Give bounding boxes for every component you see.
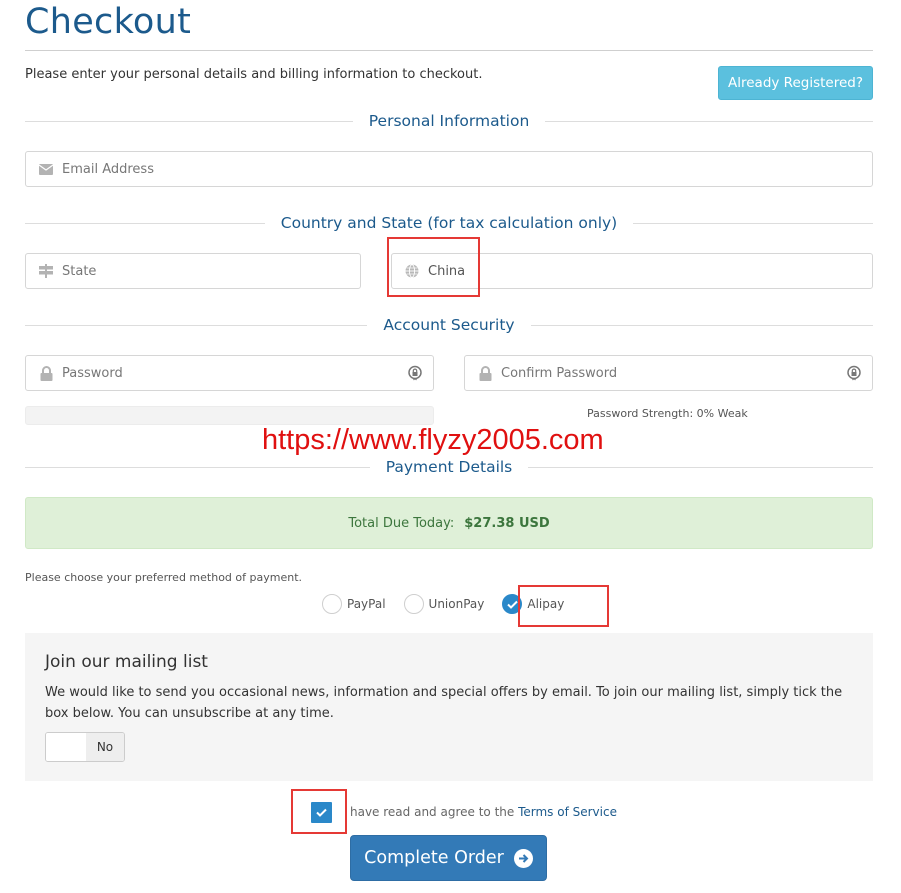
mailing-list-toggle[interactable]: No xyxy=(45,732,125,762)
divider xyxy=(25,324,368,326)
terms-text: have read and agree to the Terms of Serv… xyxy=(350,805,617,819)
intro-text: Please enter your personal details and b… xyxy=(25,67,483,82)
country-field[interactable] xyxy=(391,253,873,289)
section-title: Account Security xyxy=(383,316,515,334)
globe-icon xyxy=(404,263,420,279)
state-input[interactable] xyxy=(62,263,360,279)
complete-order-label: Complete Order xyxy=(364,848,504,868)
section-title: Personal Information xyxy=(368,112,530,130)
country-select[interactable] xyxy=(428,263,872,279)
section-personal-information: Personal Information xyxy=(25,110,874,132)
lock-icon xyxy=(38,365,54,381)
section-payment-details: Payment Details xyxy=(25,456,873,478)
confirm-password-field[interactable] xyxy=(464,355,873,391)
divider xyxy=(545,120,874,122)
section-title: Country and State (for tax calculation o… xyxy=(280,214,618,232)
payment-option-label: UnionPay xyxy=(428,597,485,611)
divider xyxy=(528,466,873,468)
state-field[interactable] xyxy=(25,253,361,289)
payment-option-paypal[interactable]: PayPal xyxy=(322,594,386,614)
mailing-list-title: Join our mailing list xyxy=(45,652,208,672)
radio-alipay[interactable] xyxy=(502,594,523,614)
divider xyxy=(25,466,370,468)
email-input[interactable] xyxy=(62,161,872,177)
payment-option-label: Alipay xyxy=(527,597,565,611)
generate-password-icon[interactable] xyxy=(406,364,424,382)
already-registered-button[interactable]: Already Registered? xyxy=(718,66,873,100)
divider xyxy=(25,222,265,224)
password-input[interactable] xyxy=(62,365,406,381)
payment-method-prompt: Please choose your preferred method of p… xyxy=(25,571,302,584)
payment-method-options: PayPal UnionPay Alipay xyxy=(322,594,582,614)
toggle-state-label: No xyxy=(86,733,124,761)
signpost-icon xyxy=(38,263,54,279)
generate-password-icon[interactable] xyxy=(845,364,863,382)
email-field[interactable] xyxy=(25,151,873,187)
section-title: Payment Details xyxy=(385,458,513,476)
complete-order-button[interactable]: Complete Order xyxy=(350,835,547,881)
lock-icon xyxy=(477,365,493,381)
section-country-state: Country and State (for tax calculation o… xyxy=(25,212,873,234)
password-strength-bar xyxy=(25,406,434,425)
toggle-knob xyxy=(46,733,86,761)
terms-of-service-link[interactable]: Terms of Service xyxy=(518,805,617,819)
arrow-circle-right-icon xyxy=(513,848,533,868)
payment-option-alipay[interactable]: Alipay xyxy=(502,594,564,614)
confirm-password-input[interactable] xyxy=(501,365,845,381)
divider xyxy=(25,120,353,122)
total-due-amount: $27.38 USD xyxy=(464,515,550,531)
title-divider xyxy=(25,50,873,51)
password-field[interactable] xyxy=(25,355,434,391)
page-title: Checkout xyxy=(25,2,192,42)
terms-prefix: have read and agree to the xyxy=(350,805,515,819)
divider xyxy=(633,222,873,224)
total-due-box: Total Due Today: $27.38 USD xyxy=(25,497,873,549)
checkmark-icon xyxy=(316,808,327,817)
password-strength-label: Password Strength: 0% Weak xyxy=(587,407,748,420)
section-account-security: Account Security xyxy=(25,314,874,336)
radio-paypal[interactable] xyxy=(322,594,342,614)
total-due-label: Total Due Today: xyxy=(348,515,455,531)
payment-option-unionpay[interactable]: UnionPay xyxy=(403,594,485,614)
envelope-icon xyxy=(38,161,54,177)
checkmark-icon xyxy=(507,600,518,609)
radio-unionpay[interactable] xyxy=(403,594,424,614)
divider xyxy=(530,324,874,326)
watermark-url: https://www.flyzy2005.com xyxy=(262,424,604,456)
mailing-list-description: We would like to send you occasional new… xyxy=(45,685,843,721)
terms-checkbox[interactable] xyxy=(311,802,332,823)
payment-option-label: PayPal xyxy=(347,597,386,611)
